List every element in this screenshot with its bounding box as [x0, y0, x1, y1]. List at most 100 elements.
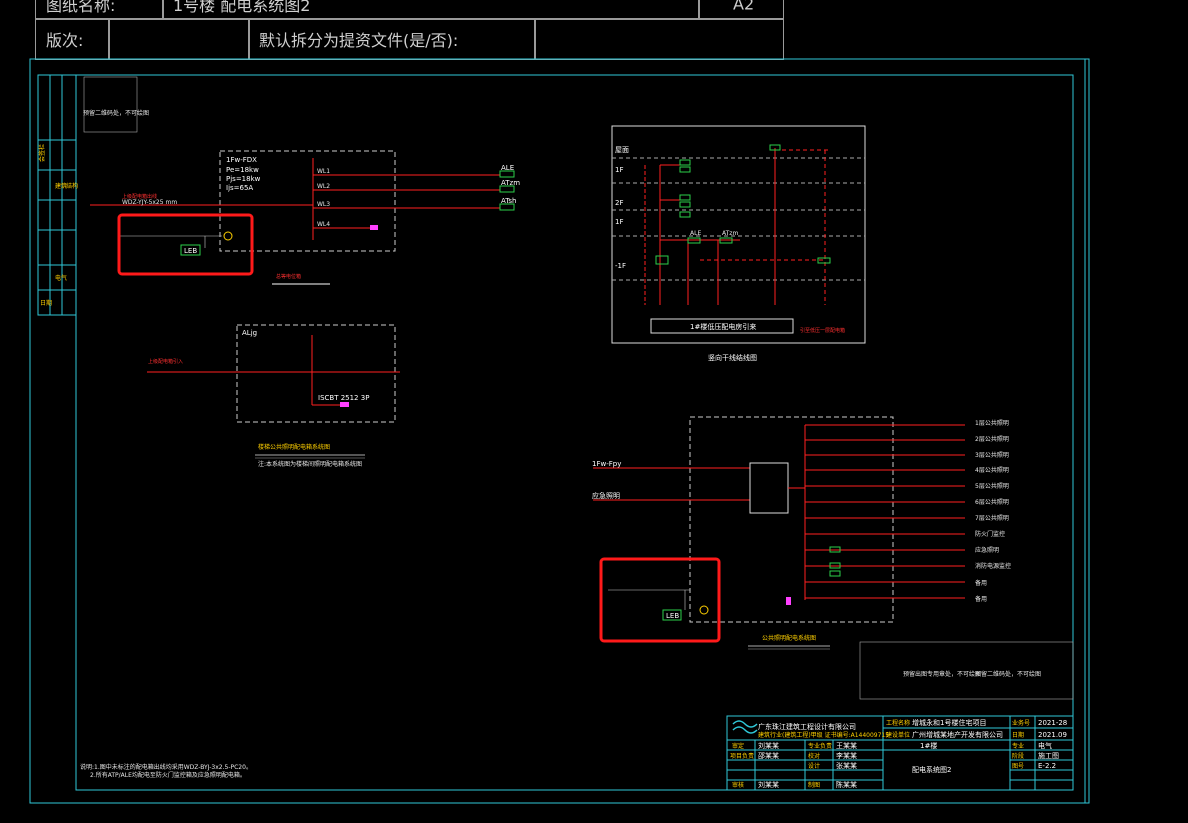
tb-row-3-v: 李某某: [836, 751, 857, 760]
tb-row-0-k: 审定: [732, 742, 744, 750]
panel3-leb-text: LEB: [666, 612, 679, 620]
tb-row-6-v: 陈某某: [836, 780, 857, 789]
riser-floor-4: -1F: [615, 262, 626, 270]
panel3-circuit-1: 2层公共照明: [975, 435, 1009, 443]
panel1-load-0: ALE: [501, 164, 514, 172]
panel1-name: 1Fw-FDX: [226, 156, 257, 164]
panel1-feeder-2: WL3: [317, 201, 330, 208]
panel3-circuit-8: 应急照明: [975, 546, 999, 554]
panel3-title: 公共照明配电系统图: [762, 634, 816, 642]
tb-project-label: 工程名称: [886, 719, 910, 727]
panel1-load-2: ATsh: [501, 197, 516, 205]
panel3-group[interactable]: 1层公共照明 2层公共照明 3层公共照明 4层公共照明 5层公共照明 6层公共照…: [592, 416, 1011, 650]
sidebar-label-2: 结构: [66, 182, 78, 190]
tb-row-5-k: 审核: [732, 781, 744, 789]
riser-right-note: 引至低压一层配电箱: [800, 327, 845, 334]
panel1-breaker: [370, 225, 378, 230]
tb-cert: 建筑行业(建筑工程)甲级 证书编号:A144009715: [758, 731, 889, 739]
sidebar-label-4: 日期: [40, 299, 52, 307]
riser-title: 竖向干线结线图: [708, 353, 757, 362]
tb-client-label: 建设单位: [886, 731, 910, 739]
panel2-incoming: 上级配电箱引入: [148, 358, 183, 365]
cad-drawing[interactable]: 会签栏 建筑 结构 电气 日期 预留二维码处，不可绘图 1Fw-FDX Pe=1…: [0, 0, 1188, 823]
general-note-1: 2.所有ATP/ALE均配电至防火门监控箱及应急照明配电箱。: [90, 771, 246, 779]
panel2-note: 注:本系统图为楼梯间照明配电箱系统图: [258, 460, 362, 468]
tb-row-6-k: 制图: [808, 781, 820, 789]
panel1-earth-symbol: [223, 231, 233, 241]
panel3-circuit-9: 消防电源监控: [975, 562, 1011, 570]
stamp-reserve-text: 预留出图专用章处，不可绘图: [903, 670, 981, 678]
riser-floor-2: 2F: [615, 199, 623, 207]
panel3-circuit-10: 备用: [975, 579, 987, 587]
panel3-circuit-2: 3层公共照明: [975, 451, 1009, 459]
riser-floor-3: 1F: [615, 218, 623, 226]
panel2-group[interactable]: ALjg 上级配电箱引入 ISCBT 2512 3P 楼梯公共照明配电箱系统图 …: [147, 324, 400, 468]
tb-row-4-k: 设计: [808, 762, 820, 770]
general-note-0: 说明:1.图中未标注的配电箱出线均采用WDZ-BYJ-3x2.5-PC20。: [80, 763, 252, 771]
qr-reserve-text: 预留二维码处，不可绘图: [83, 109, 149, 117]
stamp-reserve-text2: 预留二维码处，不可绘图: [975, 670, 1041, 678]
panel3-incoming2: 应急照明: [592, 491, 620, 500]
tb-row-4-v: 张某某: [836, 761, 857, 770]
panel2-box: [236, 324, 396, 423]
tb-company: 广东珠江建筑工程设计有限公司: [758, 722, 856, 731]
tb-row-2-v: 王某某: [836, 742, 857, 750]
panel2-breaker: ISCBT 2512 3P: [318, 394, 369, 402]
panel2-title: 楼梯公共照明配电箱系统图: [258, 443, 330, 451]
qr-reserve-box: [83, 76, 138, 133]
panel1-title: 总等电位箱: [276, 273, 301, 280]
title-block[interactable]: 广东珠江建筑工程设计有限公司 建筑行业(建筑工程)甲级 证书编号:A144009…: [726, 715, 1074, 791]
tb-row-3-k: 校对: [808, 752, 820, 760]
panel3-circuit-7: 防火门监控: [975, 530, 1005, 538]
tb-sheet-value: E-2.2: [1038, 762, 1056, 770]
panel3-circuit-11: 备用: [975, 595, 987, 603]
panel3-highlight[interactable]: [599, 557, 721, 643]
tb-row-1-k: 项目负责: [730, 752, 754, 760]
riser-box: [611, 125, 866, 344]
tb-discipline-value: 电气: [1038, 741, 1052, 750]
riser-group[interactable]: 屋面 1F 2F 1F -1F ALE ATzm 1#楼低压配电房引来 引至低压…: [611, 125, 866, 362]
panel1-leb-text: LEB: [184, 247, 197, 255]
panel3-circuit-4: 5层公共照明: [975, 482, 1009, 490]
company-logo-icon: [732, 720, 758, 734]
tb-drawing-title: 配电系统图2: [912, 765, 951, 774]
tb-job-value: 2021-28: [1038, 719, 1067, 727]
panel1-ijs: Ijs=65A: [226, 184, 253, 192]
riser-label-atzm: ATzm: [722, 230, 738, 237]
tb-job-label: 业务号: [1012, 719, 1030, 727]
panel2-name: ALjg: [242, 329, 257, 337]
tb-client-value: 广州增城某地产开发有限公司: [912, 730, 1003, 739]
sidebar-label-3: 电气: [55, 274, 67, 282]
tb-row-1-v: 邵某某: [758, 752, 779, 760]
tb-stage-label: 阶段: [1012, 752, 1024, 760]
tb-date-label: 日期: [1012, 731, 1024, 739]
panel3-ats-box: [749, 462, 789, 514]
tb-row-0-v: 刘某某: [758, 741, 779, 750]
tb-project-value: 增城永和1号楼住宅项目: [912, 718, 986, 727]
riser-source-label: 1#楼低压配电房引来: [690, 322, 756, 331]
panel1-cable: WDZ-YJY-5x25 mm: [122, 199, 177, 206]
outer-frame: [29, 58, 1090, 804]
tb-stage-value: 施工图: [1038, 751, 1059, 760]
tb-row-2-k: 专业负责: [808, 742, 832, 750]
panel3-circuit-6: 7层公共照明: [975, 514, 1009, 522]
riser-label-ale: ALE: [690, 230, 701, 237]
panel1-load-1: ATzm: [501, 179, 520, 187]
riser-floor-0: 屋面: [615, 146, 629, 154]
panel3-circuit-0: 1层公共照明: [975, 419, 1009, 427]
panel1-pjs: Pjs=18kw: [226, 175, 261, 183]
panel1-feeder-0: WL1: [317, 168, 330, 175]
riser-floor-1: 1F: [615, 166, 623, 174]
panel3-circuit-3: 4层公共照明: [975, 466, 1009, 474]
panel3-incoming1: 1Fw-Fpy: [592, 460, 621, 468]
tb-discipline-label: 专业: [1012, 742, 1024, 750]
tb-sub-title: 1#楼: [920, 741, 937, 750]
panel3-circuit-5: 6层公共照明: [975, 498, 1009, 506]
panel1-pe: Pe=18kw: [226, 166, 259, 174]
tb-sheet-label: 图号: [1012, 763, 1024, 770]
sidebar-label-0: 会签栏: [38, 144, 46, 162]
tb-row-5-v: 刘某某: [758, 780, 779, 789]
panel1-feeder-1: WL2: [317, 183, 330, 190]
panel3-earth-symbol: [699, 605, 709, 615]
panel1-group[interactable]: 1Fw-FDX Pe=18kw Pjs=18kw Ijs=65A WL1 WL2…: [90, 150, 520, 285]
